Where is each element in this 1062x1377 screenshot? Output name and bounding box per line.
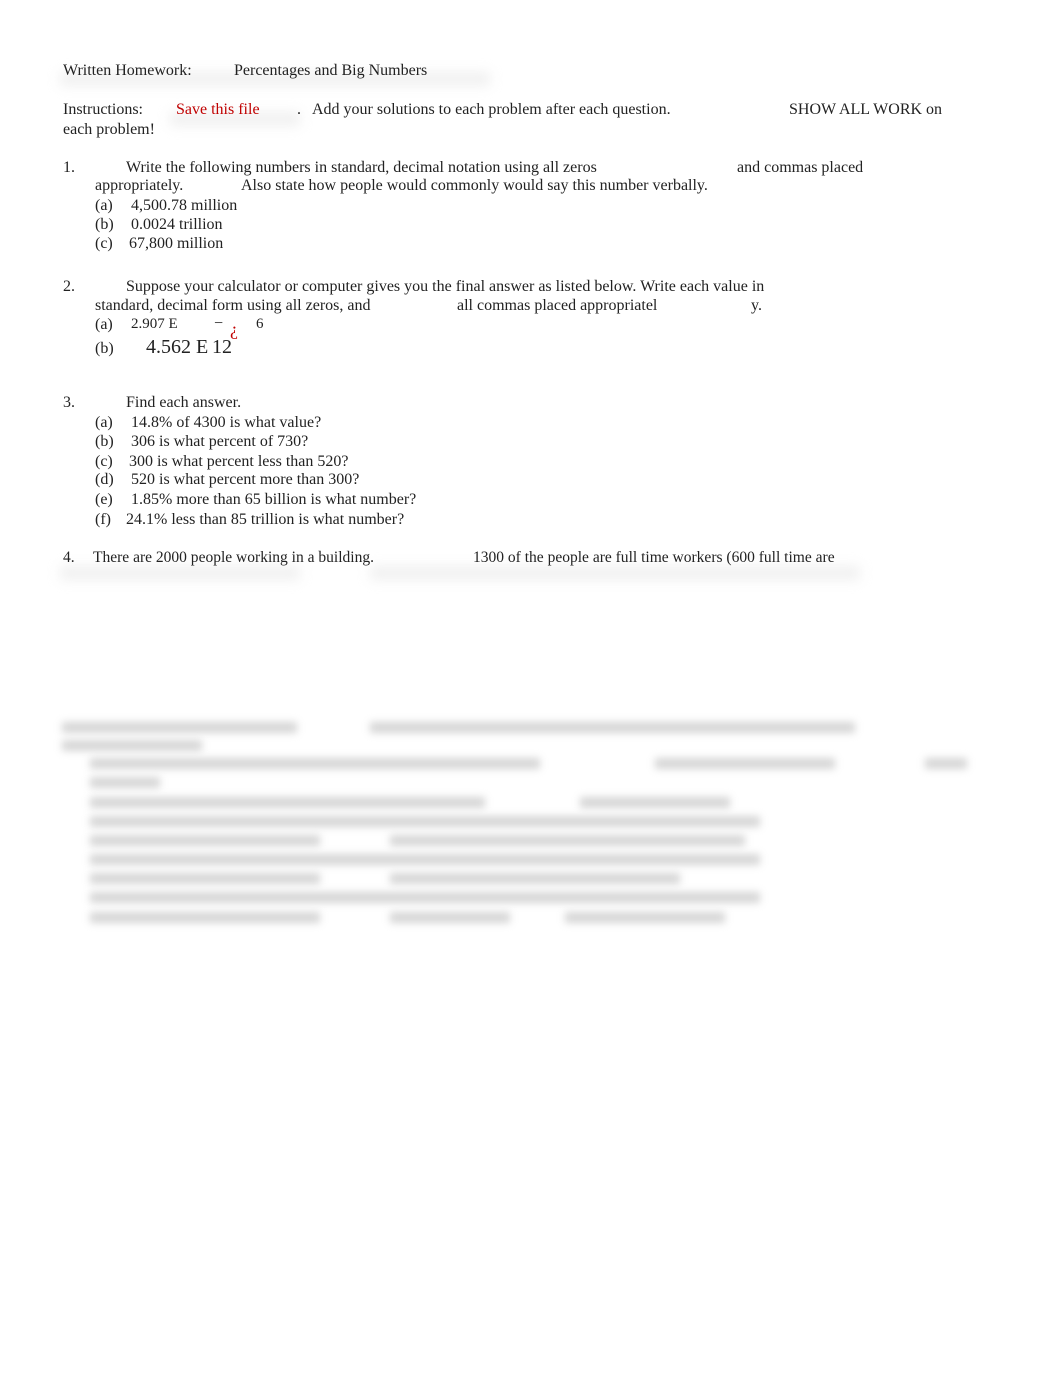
obscured-line bbox=[655, 758, 835, 769]
instructions-continuation: each problem! bbox=[63, 121, 155, 138]
problem-2b-value: 4.562 E bbox=[146, 336, 209, 358]
problem-2-text: Suppose your calculator or computer give… bbox=[126, 278, 765, 295]
obscured-line bbox=[90, 816, 760, 827]
problem-2b-exponent: 12 bbox=[212, 336, 232, 358]
show-all-work: SHOW ALL WORK on bbox=[789, 101, 943, 118]
problem-3c-text: 300 is what percent less than 520? bbox=[129, 453, 349, 470]
problem-1-number: 1. bbox=[63, 159, 75, 176]
obscured-line bbox=[580, 797, 730, 808]
obscured-line bbox=[90, 797, 485, 808]
problem-3a-text: 14.8% of 4300 is what value? bbox=[131, 414, 322, 431]
homework-title: Percentages and Big Numbers bbox=[234, 62, 428, 79]
obscured-line bbox=[925, 758, 967, 769]
save-file-highlight: Save this file bbox=[176, 101, 260, 118]
problem-1-text-line2-cont: Also state how people would commonly wou… bbox=[241, 177, 708, 194]
problem-1a-label: (a) bbox=[95, 197, 113, 214]
obscured-line bbox=[90, 892, 760, 903]
problem-3-text: Find each answer. bbox=[126, 394, 242, 411]
problem-4-text: There are 2000 people working in a build… bbox=[93, 549, 375, 566]
problem-3-number: 3. bbox=[63, 394, 75, 411]
problem-2-text-line2: standard, decimal form using all zeros, … bbox=[95, 297, 371, 314]
obscured-line bbox=[565, 912, 725, 923]
obscured-line bbox=[90, 854, 760, 865]
problem-2-text-line2-end: y. bbox=[751, 297, 762, 314]
obscured-line bbox=[62, 722, 297, 733]
obscured-line bbox=[90, 912, 320, 923]
problem-3d-label: (d) bbox=[95, 471, 114, 488]
minus-sign: − bbox=[214, 315, 224, 332]
problem-3f-text: 24.1% less than 85 trillion is what numb… bbox=[126, 511, 405, 528]
problem-3e-text: 1.85% more than 65 billion is what numbe… bbox=[131, 491, 417, 508]
problem-1c-text: 67,800 million bbox=[129, 235, 224, 252]
instructions-label: Instructions: bbox=[63, 101, 143, 118]
problem-3a-label: (a) bbox=[95, 414, 113, 431]
obscured-line bbox=[90, 873, 320, 884]
problem-2a-exponent: 6 bbox=[256, 316, 264, 332]
problem-3d-text: 520 is what percent more than 300? bbox=[131, 471, 360, 488]
problem-1-text-line2: appropriately. bbox=[95, 177, 184, 194]
obscured-line bbox=[90, 758, 540, 769]
obscured-line bbox=[370, 722, 855, 733]
obscured-line bbox=[390, 873, 680, 884]
problem-3b-label: (b) bbox=[95, 433, 114, 450]
instructions-period: . bbox=[297, 101, 301, 118]
problem-3c-label: (c) bbox=[95, 453, 113, 470]
problem-3b-text: 306 is what percent of 730? bbox=[131, 433, 309, 450]
problem-1-text: Write the following numbers in standard,… bbox=[126, 159, 597, 176]
instructions-text: Add your solutions to each problem after… bbox=[312, 101, 671, 118]
problem-3e-label: (e) bbox=[95, 491, 113, 508]
problem-2-text-line2-cont: all commas placed appropriatel bbox=[457, 297, 658, 314]
problem-1a-text: 4,500.78 million bbox=[131, 197, 238, 214]
problem-3f-label: (f) bbox=[95, 511, 111, 528]
problem-1b-label: (b) bbox=[95, 216, 114, 233]
obscured-line bbox=[390, 835, 745, 846]
obscured-line bbox=[90, 835, 320, 846]
problem-4-text-cont: 1300 of the people are full time workers… bbox=[473, 549, 835, 566]
problem-4-number: 4. bbox=[63, 549, 75, 566]
problem-1b-text: 0.0024 trillion bbox=[131, 216, 223, 233]
problem-1c-label: (c) bbox=[95, 235, 113, 252]
problem-2a-label: (a) bbox=[95, 316, 113, 333]
homework-label: Written Homework: bbox=[63, 62, 192, 79]
obscured-line bbox=[90, 777, 160, 788]
problem-2b-label: (b) bbox=[95, 340, 114, 357]
problem-4-shade-left bbox=[60, 566, 300, 580]
problem-2a-value: 2.907 E bbox=[131, 316, 178, 332]
problem-2-number: 2. bbox=[63, 278, 75, 295]
obscured-line bbox=[62, 740, 202, 751]
obscured-line bbox=[390, 912, 510, 923]
problem-1-text-cont: and commas placed bbox=[737, 159, 864, 176]
problem-4-shade-right bbox=[370, 566, 860, 580]
